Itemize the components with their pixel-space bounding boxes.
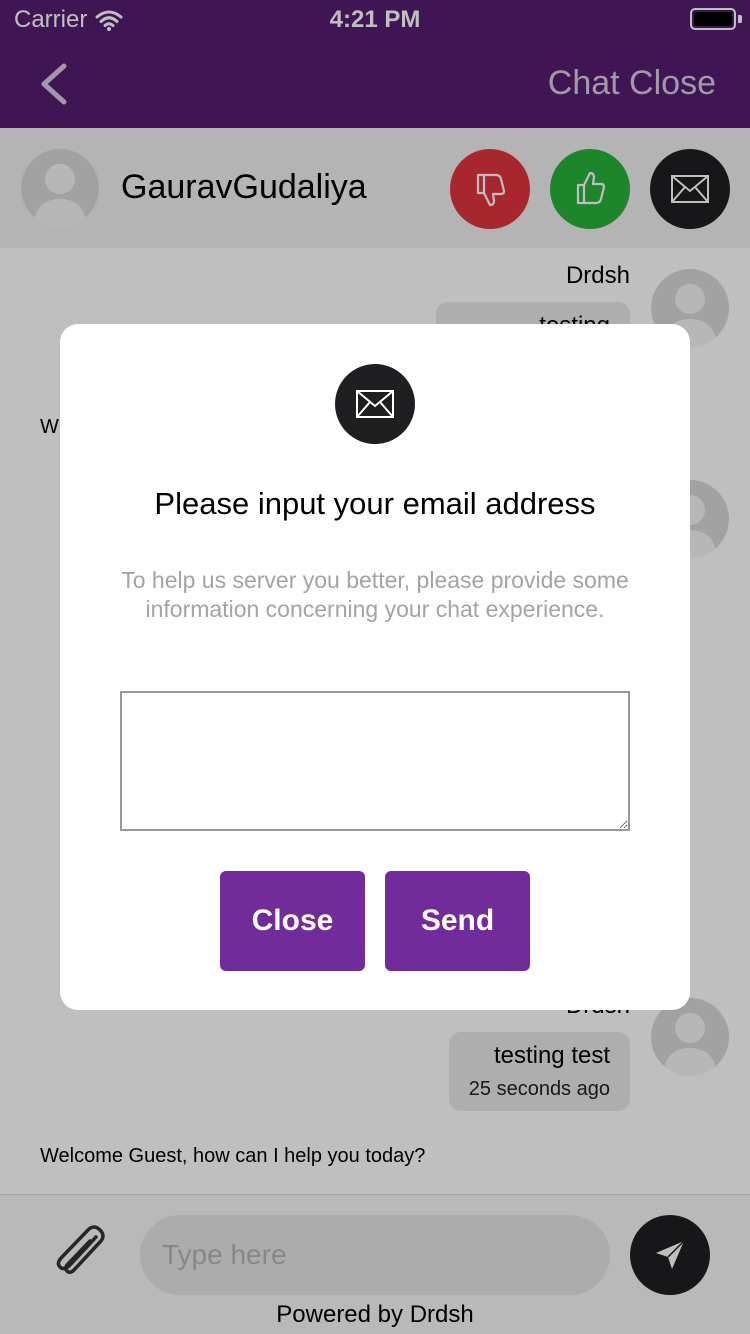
envelope-icon bbox=[356, 390, 394, 418]
modal-envelope-badge bbox=[335, 364, 415, 444]
send-button[interactable]: Send bbox=[385, 871, 530, 971]
modal-description: To help us server you better, please pro… bbox=[121, 567, 629, 622]
close-button[interactable]: Close bbox=[220, 871, 365, 971]
modal-title: Please input your email address bbox=[154, 486, 596, 521]
email-field[interactable] bbox=[120, 691, 630, 831]
email-modal: Please input your email address To help … bbox=[60, 324, 690, 1010]
